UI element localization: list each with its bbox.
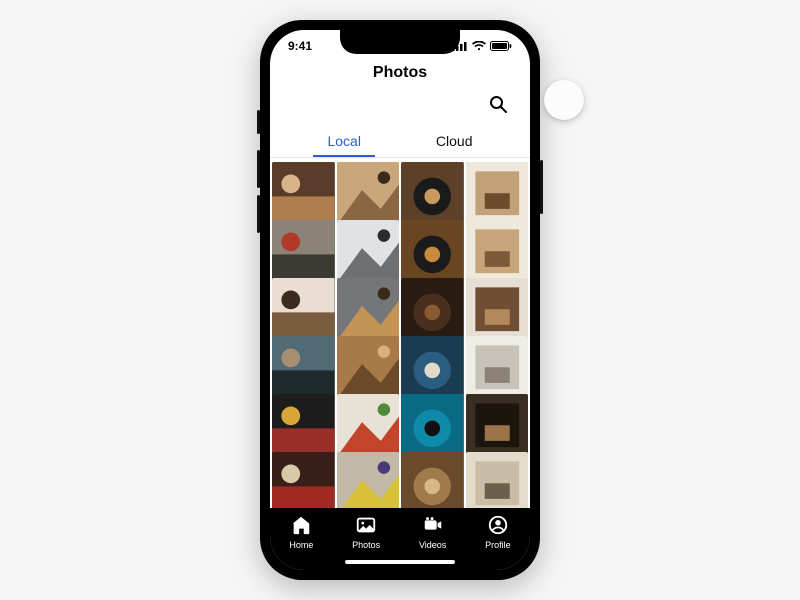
page-title: Photos: [270, 62, 530, 88]
photo-thumb[interactable]: [466, 452, 529, 508]
profile-icon: [487, 514, 509, 538]
photo-thumb[interactable]: [272, 452, 335, 508]
photo-thumb[interactable]: [272, 162, 335, 225]
tab-local[interactable]: Local: [319, 129, 368, 155]
tabbar-videos[interactable]: Videos: [419, 514, 446, 550]
photo-thumb[interactable]: [466, 278, 529, 341]
photo-thumb[interactable]: [272, 336, 335, 399]
photos-icon: [355, 514, 377, 538]
tabbar-photos[interactable]: Photos: [352, 514, 380, 550]
photo-thumb[interactable]: [337, 220, 400, 283]
home-icon: [290, 514, 312, 538]
photo-thumb[interactable]: [401, 336, 464, 399]
photo-thumb[interactable]: [401, 278, 464, 341]
photo-thumb[interactable]: [466, 394, 529, 457]
search-button[interactable]: [484, 90, 512, 121]
photo-thumb[interactable]: [401, 220, 464, 283]
tabbar-home[interactable]: Home: [289, 514, 313, 550]
volume-down-button: [257, 195, 260, 233]
tabbar-videos-label: Videos: [419, 540, 446, 550]
search-row: [270, 88, 530, 129]
photo-thumb[interactable]: [466, 220, 529, 283]
tabbar-photos-label: Photos: [352, 540, 380, 550]
photo-thumb[interactable]: [272, 278, 335, 341]
side-button: [257, 110, 260, 134]
notch: [340, 30, 460, 54]
tabbar-home-label: Home: [289, 540, 313, 550]
photo-thumb[interactable]: [401, 394, 464, 457]
tab-cloud[interactable]: Cloud: [428, 129, 481, 155]
photo-thumb[interactable]: [272, 220, 335, 283]
wifi-icon: [472, 41, 486, 51]
battery-icon: [490, 41, 512, 51]
photo-thumb[interactable]: [337, 278, 400, 341]
phone-frame: 9:41 Photos: [260, 20, 540, 580]
power-button: [540, 160, 543, 214]
photo-thumb[interactable]: [401, 162, 464, 225]
photo-grid[interactable]: [270, 158, 530, 508]
photo-thumb[interactable]: [466, 162, 529, 225]
status-time: 9:41: [288, 39, 312, 53]
status-icons: [452, 41, 512, 51]
tabbar-profile-label: Profile: [485, 540, 511, 550]
photo-thumb[interactable]: [337, 452, 400, 508]
volume-up-button: [257, 150, 260, 188]
bottom-tabbar: Home Photos Videos Profile: [270, 508, 530, 570]
external-cursor-dot: [544, 80, 584, 120]
search-icon: [488, 102, 508, 117]
photo-thumb[interactable]: [337, 394, 400, 457]
home-indicator[interactable]: [345, 560, 455, 564]
photo-thumb[interactable]: [466, 336, 529, 399]
tabbar-profile[interactable]: Profile: [485, 514, 511, 550]
photo-thumb[interactable]: [337, 336, 400, 399]
photo-thumb[interactable]: [272, 394, 335, 457]
videos-icon: [422, 514, 444, 538]
photo-thumb[interactable]: [337, 162, 400, 225]
content-tabs: Local Cloud: [270, 129, 530, 155]
screen: 9:41 Photos: [270, 30, 530, 570]
photo-thumb[interactable]: [401, 452, 464, 508]
